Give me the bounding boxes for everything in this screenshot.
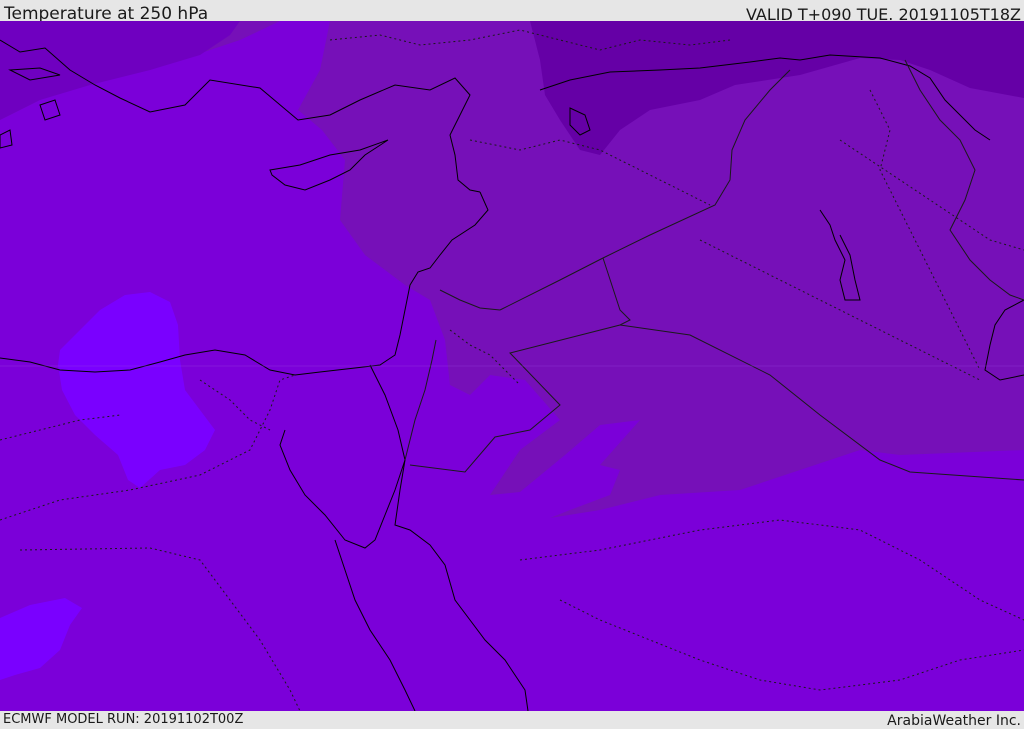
model-run-label: ECMWF MODEL RUN: 20191102T00Z bbox=[3, 712, 244, 727]
credit-label: ArabiaWeather Inc. bbox=[887, 713, 1021, 729]
footer-bar: ECMWF MODEL RUN: 20191102T00Z ArabiaWeat… bbox=[0, 711, 1024, 729]
temperature-map bbox=[0, 21, 1024, 711]
header-bar: Temperature at 250 hPa VALID T+090 TUE. … bbox=[0, 0, 1024, 24]
weather-map-page: Temperature at 250 hPa VALID T+090 TUE. … bbox=[0, 0, 1024, 729]
map-canvas bbox=[0, 21, 1024, 711]
